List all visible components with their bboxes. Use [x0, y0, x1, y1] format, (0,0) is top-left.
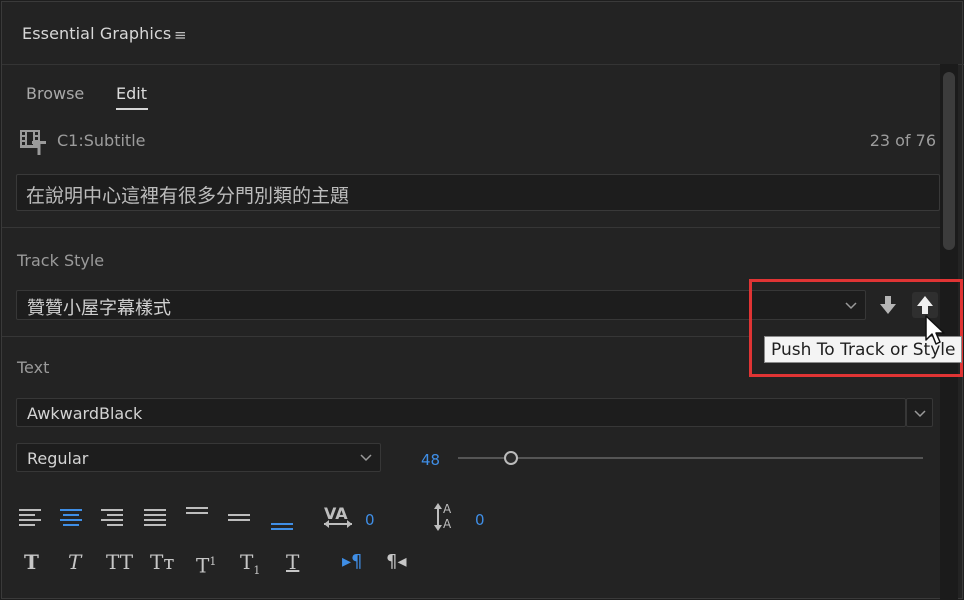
leading-value[interactable]: 0 — [475, 511, 485, 529]
font-style-dropdown[interactable]: Regular — [16, 443, 381, 472]
align-middle-button[interactable] — [226, 506, 252, 530]
font-family-dropdown-toggle[interactable] — [906, 398, 933, 427]
clip-name: C1:Subtitle — [57, 131, 146, 150]
align-top-icon — [186, 507, 208, 514]
essential-graphics-panel: Essential Graphics ≡ Browse Edit C1:Subt… — [1, 1, 964, 600]
track-style-dropdown[interactable]: 贊贊小屋字幕樣式 — [16, 290, 866, 320]
leading-icon: A A — [434, 500, 462, 532]
superscript-button[interactable]: T1 — [196, 550, 216, 578]
tab-browse[interactable]: Browse — [26, 84, 84, 103]
subscript-glyph: T — [240, 550, 254, 574]
active-tab-indicator — [116, 108, 148, 110]
align-right-icon — [101, 509, 123, 526]
font-family-dropdown[interactable]: AwkwardBlack — [16, 398, 906, 427]
subscript-mark: 1 — [253, 564, 261, 577]
mouse-cursor-icon — [925, 315, 945, 345]
right-to-left-button[interactable]: ¶◂ — [386, 550, 407, 574]
faux-bold-button[interactable]: T — [24, 550, 39, 574]
left-to-right-button[interactable]: ▸¶ — [342, 550, 363, 574]
scrollbar-thumb[interactable] — [943, 72, 955, 250]
svg-text:A: A — [443, 502, 452, 516]
section-divider — [2, 336, 752, 337]
align-center-icon — [60, 509, 82, 526]
panel-title: Essential Graphics — [22, 24, 172, 43]
subtitle-text-field[interactable]: 在說明中心這裡有很多分門別類的主題 — [16, 174, 940, 211]
justify-button[interactable] — [142, 506, 168, 530]
align-bottom-button[interactable] — [269, 510, 295, 534]
font-size-value[interactable]: 48 — [421, 451, 440, 469]
font-size-slider-handle[interactable] — [504, 451, 519, 465]
font-style-value: Regular — [27, 449, 89, 468]
section-divider — [2, 227, 940, 228]
svg-text:A: A — [443, 517, 452, 531]
font-size-slider-track[interactable] — [458, 457, 923, 459]
track-style-value: 贊贊小屋字幕樣式 — [27, 298, 171, 319]
caption-counter: 23 of 76 — [869, 131, 936, 150]
justify-icon — [144, 509, 166, 526]
tab-edit[interactable]: Edit — [116, 84, 147, 103]
caption-clip-icon — [20, 130, 46, 155]
align-top-button[interactable] — [184, 502, 210, 526]
superscript-mark: 1 — [209, 555, 217, 568]
track-style-label: Track Style — [17, 251, 105, 270]
underline-button[interactable]: T — [286, 550, 299, 574]
kerning-icon: VA — [322, 502, 354, 532]
align-right-button[interactable] — [99, 506, 125, 530]
align-center-button[interactable] — [58, 506, 84, 530]
kerning-value[interactable]: 0 — [365, 511, 375, 529]
faux-italic-button[interactable]: T — [68, 550, 81, 574]
align-left-button[interactable] — [17, 506, 43, 530]
chevron-down-icon[interactable] — [845, 299, 857, 311]
small-caps-button[interactable]: Tт — [150, 550, 174, 574]
header-divider — [2, 64, 964, 65]
hamburger-menu-icon[interactable]: ≡ — [174, 26, 187, 44]
arrow-up-icon — [917, 296, 933, 314]
font-family-value: AwkwardBlack — [27, 404, 143, 423]
align-bottom-icon — [271, 523, 293, 530]
chevron-down-icon[interactable] — [360, 451, 372, 463]
chevron-down-icon — [913, 409, 926, 417]
arrow-down-icon — [880, 296, 896, 314]
subscript-button[interactable]: T1 — [240, 550, 260, 583]
superscript-glyph: T — [196, 553, 210, 578]
align-left-icon — [19, 509, 41, 526]
text-section-label: Text — [17, 358, 50, 377]
pull-from-track-style-button[interactable] — [875, 292, 901, 318]
align-middle-icon — [228, 514, 250, 521]
svg-text:VA: VA — [324, 504, 348, 523]
all-caps-button[interactable]: TT — [106, 550, 133, 574]
